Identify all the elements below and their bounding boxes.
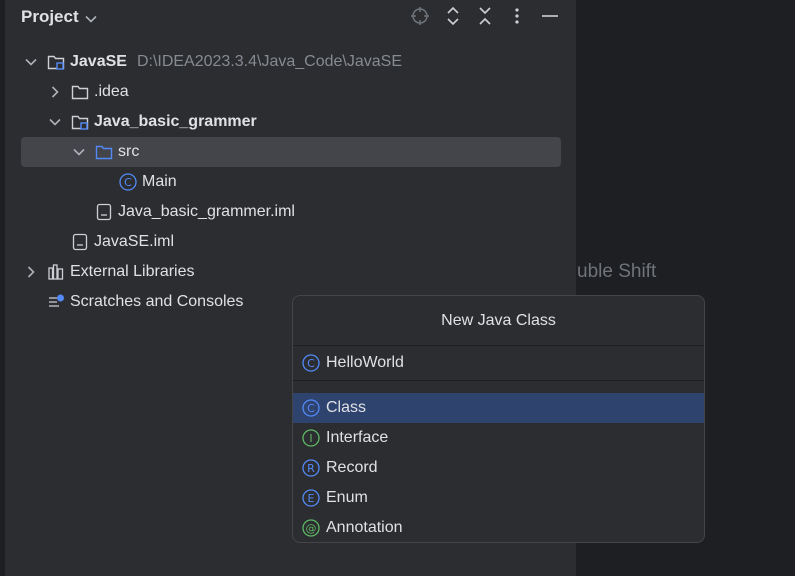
- class-name-input[interactable]: [326, 353, 676, 372]
- tree-item-label: Scratches and Consoles: [70, 293, 244, 310]
- project-view-selector[interactable]: Project: [21, 6, 97, 28]
- tree-item-scratches[interactable]: Scratches and Consoles: [47, 287, 243, 317]
- tree-item-module-iml[interactable]: Java_basic_grammer.iml: [95, 197, 295, 227]
- tree-item-javase[interactable]: JavaSE D:\IDEA2023.3.4\Java_Code\JavaSE: [23, 47, 402, 77]
- annotation-icon: @: [302, 519, 320, 537]
- tree-item-module[interactable]: Java_basic_grammer: [47, 107, 257, 137]
- option-label: Record: [326, 459, 378, 476]
- enum-icon: E: [302, 489, 320, 507]
- record-icon: R: [302, 459, 320, 477]
- library-icon: [47, 263, 65, 281]
- divider: [293, 380, 704, 381]
- dialog-title: New Java Class: [441, 312, 556, 329]
- svg-text:@: @: [306, 522, 317, 535]
- chevron-right-icon[interactable]: [23, 264, 39, 280]
- chevron-down-icon[interactable]: [23, 54, 39, 70]
- interface-icon: I: [302, 429, 320, 447]
- option-label: Annotation: [326, 519, 403, 536]
- tree-item-label: .idea: [94, 83, 129, 100]
- tree-item-label: Main: [142, 173, 177, 190]
- tree-item-label: JavaSE: [70, 53, 127, 70]
- tree-item-main[interactable]: C Main: [119, 167, 177, 197]
- module-folder-icon: [71, 113, 89, 131]
- module-folder-icon: [47, 53, 65, 71]
- new-java-class-dialog: New Java Class C C Class I Interface R Record…: [292, 295, 705, 543]
- svg-text:C: C: [307, 402, 315, 415]
- project-panel-header: Project: [5, 0, 576, 34]
- class-icon: C: [302, 399, 320, 417]
- tree-item-label: Java_basic_grammer: [94, 113, 257, 130]
- class-icon: C: [302, 353, 320, 372]
- option-class[interactable]: C Class: [293, 393, 704, 423]
- iml-file-icon: [71, 233, 89, 251]
- options-icon[interactable]: [506, 5, 528, 27]
- class-name-row: C: [293, 346, 704, 379]
- svg-text:I: I: [309, 432, 312, 445]
- collapse-all-icon[interactable]: [474, 5, 496, 27]
- option-label: Enum: [326, 489, 368, 506]
- tree-item-label: External Libraries: [70, 263, 195, 280]
- svg-text:E: E: [308, 492, 315, 505]
- tree-item-idea[interactable]: .idea: [47, 77, 129, 107]
- chevron-down-icon[interactable]: [47, 114, 63, 130]
- chevron-right-icon[interactable]: [47, 84, 63, 100]
- folder-icon: [71, 83, 89, 101]
- project-path: D:\IDEA2023.3.4\Java_Code\JavaSE: [136, 53, 402, 70]
- hide-icon[interactable]: [539, 5, 561, 27]
- svg-text:C: C: [307, 357, 315, 370]
- option-enum[interactable]: E Enum: [293, 483, 704, 513]
- window-edge: [0, 0, 5, 576]
- tree-item-label: src: [118, 143, 140, 160]
- svg-text:C: C: [124, 176, 132, 189]
- chevron-down-icon[interactable]: [71, 144, 87, 160]
- source-folder-icon: [95, 143, 113, 161]
- class-icon: C: [119, 173, 137, 191]
- tree-item-external-libraries[interactable]: External Libraries: [23, 257, 195, 287]
- tree-item-label: JavaSE.iml: [94, 233, 175, 250]
- tree-item-src[interactable]: src: [21, 137, 561, 167]
- option-label: Interface: [326, 429, 389, 446]
- project-panel-title: Project: [21, 7, 79, 26]
- svg-text:R: R: [307, 462, 315, 475]
- option-annotation[interactable]: @ Annotation: [293, 513, 704, 542]
- option-interface[interactable]: I Interface: [293, 423, 704, 453]
- tree-item-label: Java_basic_grammer.iml: [118, 203, 295, 220]
- scratches-icon: [47, 293, 65, 311]
- option-label: Class: [326, 399, 367, 416]
- tree-item-root-iml[interactable]: JavaSE.iml: [71, 227, 174, 257]
- iml-file-icon: [95, 203, 113, 221]
- locate-icon[interactable]: [409, 5, 431, 27]
- chevron-down-icon: [85, 8, 97, 28]
- option-record[interactable]: R Record: [293, 453, 704, 483]
- expand-all-icon[interactable]: [442, 5, 464, 27]
- editor-empty-hint: uble Shift: [577, 261, 657, 282]
